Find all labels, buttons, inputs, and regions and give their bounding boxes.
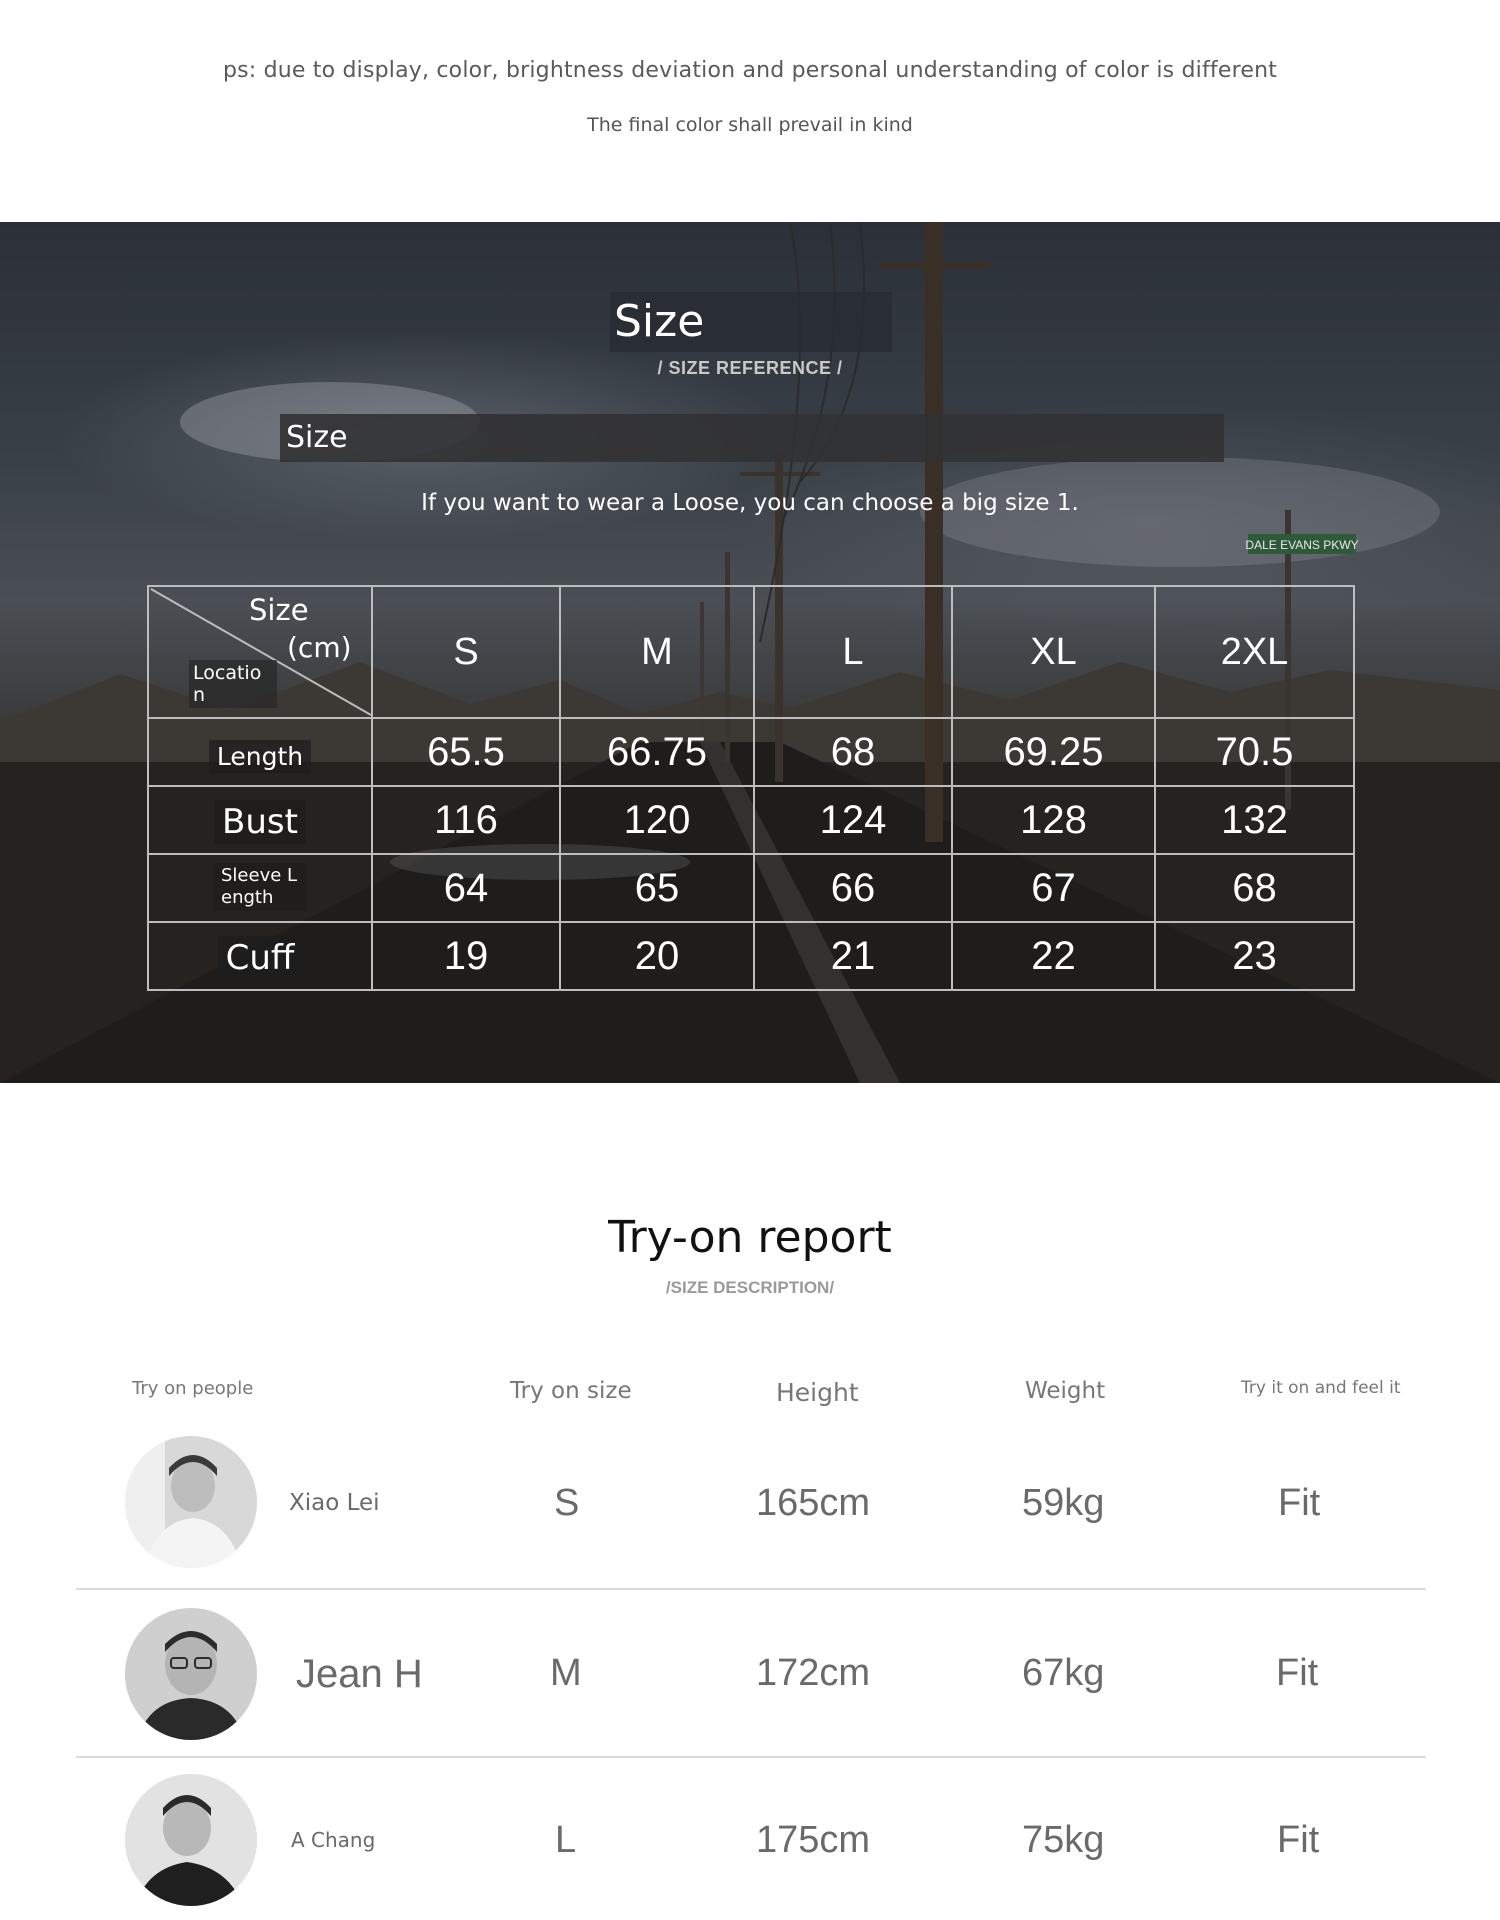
header-try-on-size: Try on size — [510, 1378, 632, 1404]
table-corner-cell: Size (cm) Location — [147, 585, 373, 719]
table-cell: 116 — [371, 785, 561, 855]
try-on-height-value: 175cm — [756, 1819, 871, 1861]
size-advice: If you want to wear a Loose, you can cho… — [421, 490, 1079, 516]
table-row: Bust 116 120 124 128 132 — [147, 785, 1355, 855]
table-cell: 65.5 — [371, 717, 561, 787]
size-chart-table: Size (cm) Location S M L XL 2XL Length 6… — [147, 585, 1355, 991]
size-col-l: L — [753, 585, 953, 719]
color-disclaimer-note: The final color shall prevail in kind — [587, 114, 913, 136]
try-on-height-value: 172cm — [756, 1652, 871, 1694]
table-row: Cuff 19 20 21 22 23 — [147, 921, 1355, 991]
try-on-name: A Chang — [291, 1828, 376, 1852]
table-cell: 19 — [371, 921, 561, 991]
table-cell: 70.5 — [1154, 717, 1355, 787]
try-on-weight-value: 59kg — [1022, 1482, 1105, 1524]
table-cell: 64 — [371, 853, 561, 923]
table-cell: 67 — [951, 853, 1156, 923]
color-disclaimer: ps: due to display, color, brightness de… — [222, 58, 1278, 83]
table-row: Sleeve Length 64 65 66 67 68 — [147, 853, 1355, 923]
table-cell: 68 — [753, 717, 953, 787]
table-cell: 132 — [1154, 785, 1355, 855]
try-on-feel-value: Fit — [1276, 1652, 1319, 1694]
corner-size-label: Size — [249, 593, 309, 627]
avatar — [125, 1436, 257, 1568]
try-on-report-title: Try-on report — [608, 1212, 892, 1263]
table-cell: 124 — [753, 785, 953, 855]
header-height: Height — [776, 1378, 859, 1407]
header-feel: Try it on and feel it — [1241, 1378, 1401, 1398]
row-header-cell: Cuff — [147, 921, 373, 991]
table-cell: 120 — [559, 785, 755, 855]
avatar — [125, 1608, 257, 1740]
row-divider — [76, 1588, 1426, 1590]
table-row: Length 65.5 66.75 68 69.25 70.5 — [147, 717, 1355, 787]
size-subheading: Size — [280, 414, 1224, 462]
table-cell: 23 — [1154, 921, 1355, 991]
try-on-feel-value: Fit — [1278, 1482, 1321, 1524]
size-col-xl: XL — [951, 585, 1156, 719]
size-title: Size — [610, 292, 892, 352]
table-cell: 66.75 — [559, 717, 755, 787]
table-cell: 68 — [1154, 853, 1355, 923]
person-avatar-icon — [125, 1436, 257, 1568]
try-on-name: Xiao Lei — [289, 1490, 380, 1516]
size-col-m: M — [559, 585, 755, 719]
row-label-bust: Bust — [214, 799, 306, 844]
row-header-cell: Bust — [147, 785, 373, 855]
try-on-weight-value: 67kg — [1022, 1652, 1105, 1694]
try-on-feel-value: Fit — [1277, 1819, 1320, 1861]
try-on-size-value: L — [555, 1819, 577, 1861]
size-header-row: Size (cm) Location S M L XL 2XL — [147, 585, 1355, 719]
try-on-height-value: 165cm — [756, 1482, 871, 1524]
table-cell: 22 — [951, 921, 1156, 991]
row-header-cell: Sleeve Length — [147, 853, 373, 923]
header-try-on-people: Try on people — [132, 1378, 254, 1399]
table-cell: 69.25 — [951, 717, 1156, 787]
row-label-sleeve-length: Sleeve Length — [213, 863, 307, 911]
size-description-subtitle: /SIZE DESCRIPTION/ — [665, 1278, 835, 1297]
table-cell: 21 — [753, 921, 953, 991]
corner-unit-label: (cm) — [287, 631, 352, 664]
try-on-size-value: M — [550, 1652, 582, 1694]
table-cell: 128 — [951, 785, 1156, 855]
row-header-cell: Length — [147, 717, 373, 787]
row-label-cuff: Cuff — [217, 935, 303, 980]
corner-location-label: Location — [189, 660, 277, 708]
avatar — [125, 1774, 257, 1906]
table-cell: 66 — [753, 853, 953, 923]
table-cell: 65 — [559, 853, 755, 923]
person-avatar-icon — [125, 1774, 257, 1906]
row-label-length: Length — [208, 740, 312, 773]
size-reference-subtitle: / SIZE REFERENCE / — [657, 358, 843, 378]
try-on-size-value: S — [554, 1482, 580, 1524]
try-on-name: Jean H — [296, 1652, 423, 1696]
header-weight: Weight — [1025, 1378, 1106, 1404]
try-on-weight-value: 75kg — [1022, 1819, 1105, 1861]
row-divider — [76, 1756, 1426, 1758]
road-sign-text: DALE EVANS PKWY — [1245, 538, 1358, 552]
table-cell: 20 — [559, 921, 755, 991]
person-avatar-icon — [125, 1608, 257, 1740]
size-col-s: S — [371, 585, 561, 719]
size-col-2xl: 2XL — [1154, 585, 1355, 719]
